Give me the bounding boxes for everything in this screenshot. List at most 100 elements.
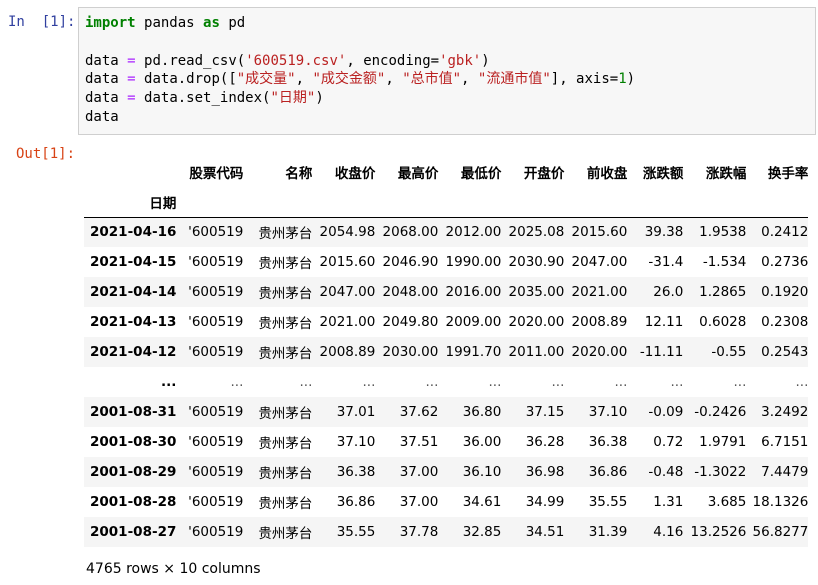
table-row: 2001-08-31 '600519 贵州茅台 37.01 37.62 36.80 37.1… (84, 397, 809, 427)
row-index: 2021-04-16 (90, 224, 177, 241)
code-line-4: data = data.set_index("日期") (85, 90, 324, 106)
assign-op: = (127, 52, 136, 69)
index-name: 日期 (84, 187, 177, 218)
table-cell: 4.16 (653, 524, 684, 540)
table-cell: 2068.00 (382, 224, 439, 241)
output-prompt: Out[1]: (16, 146, 76, 162)
table-cell: ... (795, 374, 809, 390)
column-header: 涨跌额 (642, 166, 684, 182)
table-cell: 贵州茅台 (258, 406, 313, 422)
table-row: ................................. (84, 367, 809, 397)
table-cell: 2012.00 (445, 224, 502, 241)
index-header-row: 日期 (84, 187, 809, 218)
table-cell: 贵州茅台 (258, 286, 313, 302)
table-cell: 37.15 (525, 404, 565, 420)
table-cell: -0.2426 (694, 404, 747, 420)
call-drop: data.drop([ (144, 71, 237, 88)
code-input-area[interactable]: import pandas as pd data = pd.read_csv('… (78, 7, 816, 135)
table-cell: 1.31 (653, 494, 684, 510)
table-cell: -0.55 (711, 344, 747, 360)
table-cell: 2048.00 (382, 284, 439, 300)
table-cell: '600519 (188, 434, 244, 450)
call-set-index: data.set_index( (144, 90, 271, 107)
table-cell: 2025.08 (508, 224, 565, 241)
table-cell: 56.8277 (752, 524, 809, 540)
table-cell: '600519 (188, 254, 244, 270)
string-index: "日期" (270, 90, 316, 107)
close-paren: ) (626, 71, 636, 88)
table-cell: 34.51 (525, 524, 565, 540)
row-index: 2021-04-13 (90, 314, 177, 330)
table-cell: 贵州茅台 (258, 526, 313, 542)
table-cell: 36.28 (525, 434, 565, 450)
column-header-row: 股票代码 名称 收盘价 最高价 最低价 开盘价 前收盘 涨跌额 涨跌幅 换手率 (84, 157, 808, 187)
table-cell: 35.55 (588, 494, 628, 510)
table-cell: ... (230, 374, 244, 390)
column-header: 前收盘 (586, 166, 628, 182)
column-header: 名称 (285, 166, 313, 182)
input-prompt: In [1]: (8, 14, 76, 30)
module-alias: pd (228, 15, 246, 31)
table-cell: 0.6028 (699, 314, 747, 330)
number-axis: 1 (618, 71, 627, 88)
table-row: 2021-04-16 '600519 贵州茅台 2054.98 2068.00 2012.… (84, 217, 809, 247)
table-cell: '600519 (188, 284, 244, 300)
table-cell: 0.1920 (761, 284, 809, 300)
table-cell: 2020.00 (571, 344, 628, 360)
table-row: 2001-08-29 '600519 贵州茅台 36.38 37.00 36.10 36.9… (84, 457, 809, 487)
string-col: "总市值" (402, 71, 462, 88)
table-cell: 贵州茅台 (258, 496, 313, 512)
table-cell: 7.4479 (761, 464, 809, 480)
row-index: 2021-04-12 (90, 344, 177, 360)
table-cell: -31.4 (648, 254, 684, 270)
table-cell: 贵州茅台 (258, 436, 313, 452)
table-row: 2001-08-30 '600519 贵州茅台 37.10 37.51 36.00 36.2… (84, 427, 808, 457)
code-editor[interactable]: import pandas as pd data = pd.read_csv('… (85, 14, 635, 127)
table-row: 2001-08-27 '600519 贵州茅台 35.55 37.78 32.85 34.5… (84, 517, 809, 547)
table-cell: 36.00 (462, 434, 502, 450)
table-cell: 18.1326 (752, 494, 809, 510)
table-row: 2021-04-12 '600519 贵州茅台 2008.89 2030.00 1991.… (84, 337, 809, 367)
call-read-csv: pd.read_csv( (144, 52, 246, 69)
table-cell: 2030.00 (382, 344, 439, 360)
var-data: data (85, 52, 119, 69)
table-cell: 34.99 (525, 494, 565, 510)
table-cell: 1.9538 (699, 224, 747, 241)
dataframe-table: 股票代码 名称 收盘价 最高价 最低价 开盘价 前收盘 涨跌额 涨跌幅 换手率 … (84, 157, 809, 547)
table-cell: 2020.00 (508, 314, 565, 330)
table-cell: 36.80 (462, 404, 502, 420)
column-header: 涨跌幅 (705, 166, 747, 182)
table-cell: 2049.80 (382, 314, 439, 330)
table-cell: 3.2492 (761, 404, 809, 420)
table-cell: 2011.00 (508, 344, 565, 360)
table-cell: -11.11 (639, 344, 684, 360)
table-cell: 6.7151 (761, 434, 809, 450)
table-cell: -1.3022 (694, 464, 747, 480)
table-cell: '600519 (188, 464, 244, 480)
table-cell: -1.534 (702, 254, 747, 270)
table-cell: ... (299, 374, 313, 390)
string-col: "成交量" (236, 71, 296, 88)
assign-op: = (127, 90, 136, 107)
table-cell: 2009.00 (445, 314, 502, 330)
table-cell: 0.2412 (761, 224, 809, 241)
table-row: 2021-04-14 '600519 贵州茅台 2047.00 2048.00 2016.… (84, 277, 809, 307)
table-cell: 36.38 (588, 434, 628, 450)
table-cell: 2054.98 (319, 224, 376, 241)
column-header: 收盘价 (334, 166, 376, 182)
table-cell: 32.85 (462, 524, 502, 540)
code-line-2: data = pd.read_csv('600519.csv', encodin… (85, 53, 490, 69)
module-name: pandas (144, 15, 195, 31)
table-cell: ... (551, 374, 565, 390)
row-index: 2001-08-31 (90, 404, 177, 420)
table-cell: 0.2736 (761, 254, 809, 270)
table-cell: 2046.90 (382, 254, 439, 270)
row-index: 2001-08-28 (90, 494, 177, 510)
table-cell: '600519 (188, 314, 244, 330)
table-cell: 36.86 (588, 464, 628, 480)
table-cell: 37.00 (399, 494, 439, 510)
table-row: 2021-04-15 '600519 贵州茅台 2015.60 2046.90 1990.… (84, 247, 808, 277)
table-cell: 37.51 (399, 434, 439, 450)
table-cell: 36.38 (336, 464, 376, 480)
keyword-as: as (203, 15, 220, 31)
